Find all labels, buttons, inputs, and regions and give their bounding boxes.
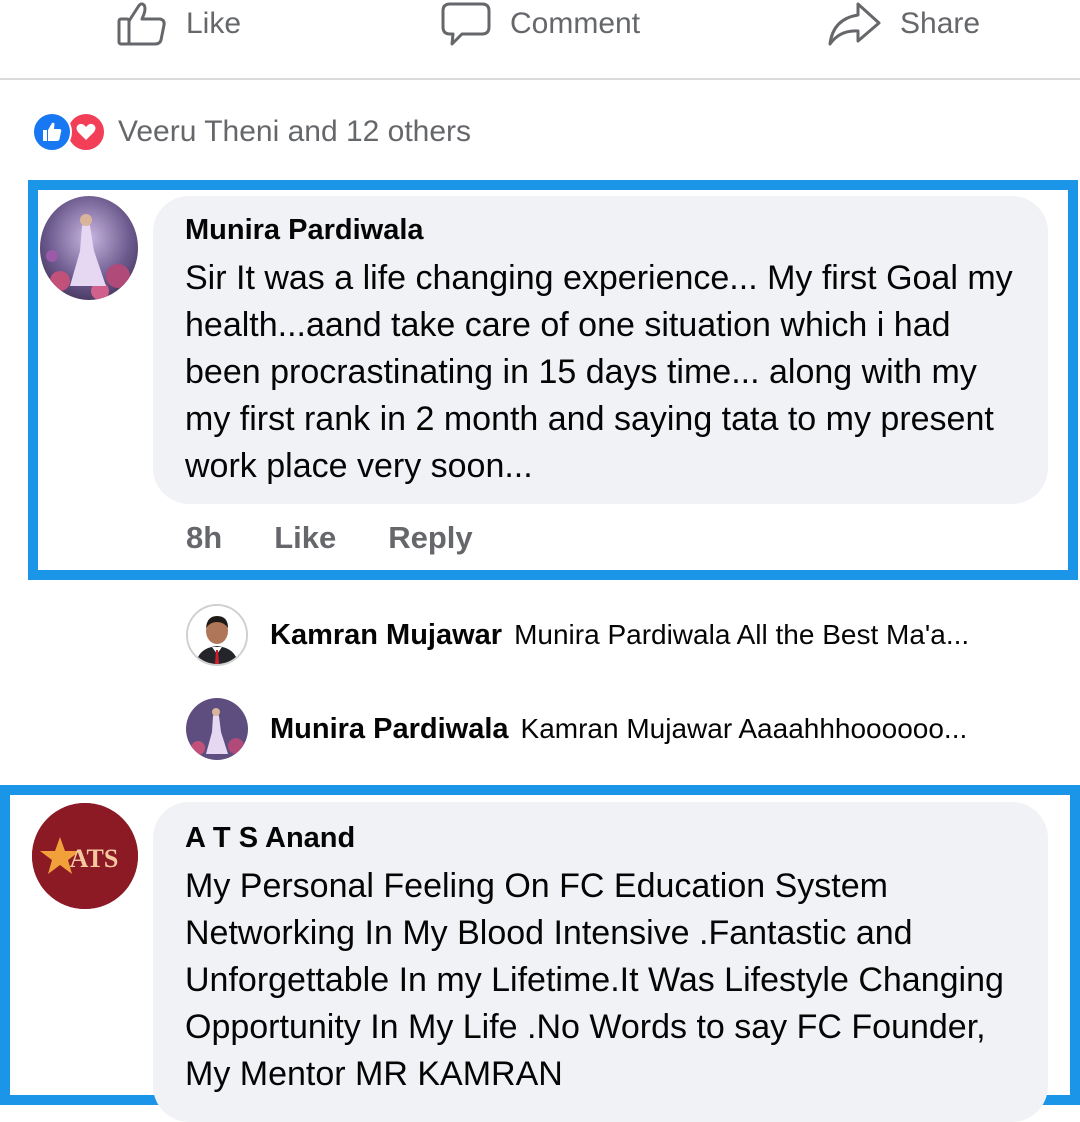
- comment-bubble: A T S Anand My Personal Feeling On FC Ed…: [153, 802, 1048, 1122]
- reply-text: Munira Pardiwala All the Best Ma'a...: [514, 619, 970, 650]
- comment-label: Comment: [510, 7, 641, 40]
- reply-item[interactable]: Munira Pardiwala Kamran Mujawar Aaaahhho…: [186, 698, 1046, 760]
- comment-meta: 8h Like Reply: [186, 520, 525, 556]
- reply-author[interactable]: Kamran Mujawar: [270, 619, 502, 652]
- avatar[interactable]: [186, 698, 248, 760]
- comment-bubble-icon: [440, 1, 492, 47]
- love-reaction-icon: [66, 112, 106, 152]
- comment-text: My Personal Feeling On FC Education Syst…: [185, 867, 1004, 1093]
- like-button[interactable]: Like: [116, 0, 241, 48]
- like-label: Like: [186, 7, 242, 40]
- ats-logo-text: ATS: [70, 844, 119, 873]
- post-action-bar: Like Comment Share: [0, 0, 1080, 80]
- thumbs-up-icon: [116, 1, 168, 47]
- avatar[interactable]: [186, 604, 248, 666]
- like-reaction-icon: [32, 112, 72, 152]
- share-button[interactable]: Share: [826, 0, 980, 48]
- comment-text: Sir It was a life changing experience...…: [185, 259, 1013, 485]
- avatar[interactable]: ATS: [32, 803, 138, 909]
- comment-button[interactable]: Comment: [440, 0, 640, 48]
- reactions-summary-text: Veeru Theni and 12 others: [118, 115, 472, 148]
- share-arrow-icon: [826, 1, 882, 47]
- comment-reply-button[interactable]: Reply: [388, 520, 472, 556]
- reply-item[interactable]: Kamran Mujawar Munira Pardiwala All the …: [186, 604, 1046, 666]
- comment-like-button[interactable]: Like: [274, 520, 336, 556]
- comment-author[interactable]: Munira Pardiwala: [185, 214, 1016, 247]
- comment-bubble: Munira Pardiwala Sir It was a life chang…: [153, 196, 1048, 504]
- reply-text: Kamran Mujawar Aaaahhhoooooo...: [520, 713, 968, 744]
- reactions-summary[interactable]: Veeru Theni and 12 others: [32, 110, 471, 154]
- comment-author[interactable]: A T S Anand: [185, 822, 1016, 855]
- reply-author[interactable]: Munira Pardiwala: [270, 713, 509, 746]
- comment-timestamp[interactable]: 8h: [186, 520, 222, 556]
- avatar[interactable]: [40, 196, 138, 300]
- share-label: Share: [900, 7, 981, 40]
